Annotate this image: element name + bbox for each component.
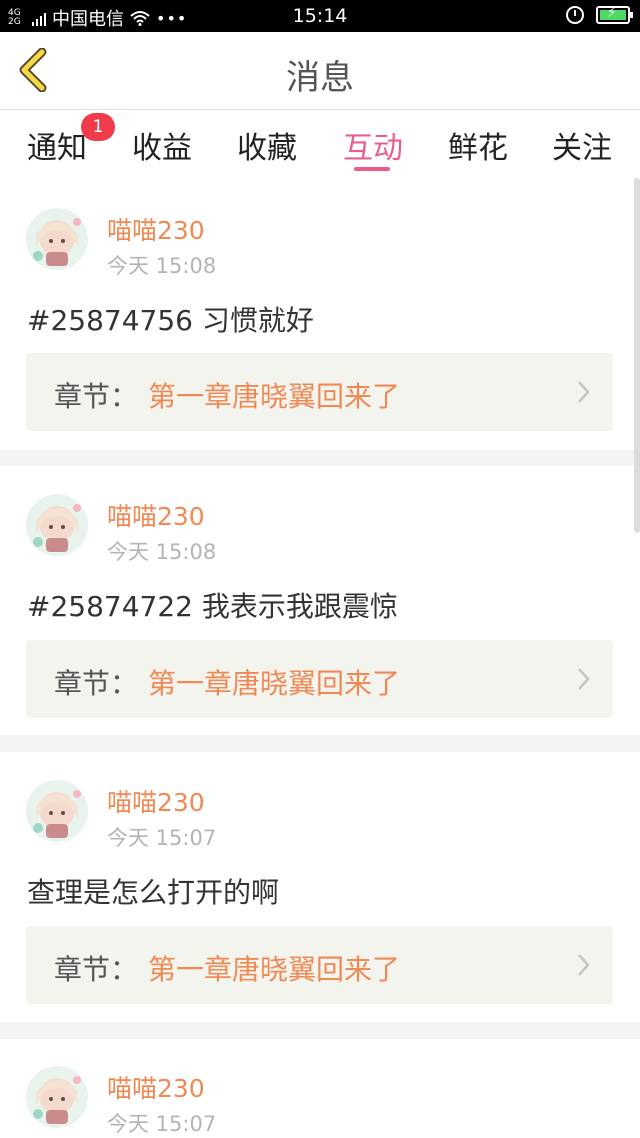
username[interactable]: 喵喵230 [107,783,205,819]
timestamp: 今天 15:07 [107,1112,217,1136]
tab-following[interactable]: 关注 [542,123,622,167]
username[interactable]: 喵喵230 [107,497,205,533]
tab-label: 鲜花 [448,131,508,166]
list-item[interactable]: 喵喵230 今天 15:08 #25874722 我表示我跟震惊 章节： 第一章… [0,466,640,735]
username[interactable]: 喵喵230 [107,211,205,247]
chevron-right-icon [578,668,590,690]
alarm-icon [566,6,584,24]
list-item[interactable]: 喵喵230 今天 15:07 [0,1039,640,1138]
avatar[interactable] [26,208,88,270]
scrollbar[interactable] [634,178,640,533]
comment-text: #25874756 习惯就好 [27,304,314,337]
status-bar: 4G 2G 中国电信 ••• 15:14 ⚡ [0,0,640,32]
list-item[interactable]: 喵喵230 今天 15:08 #25874756 习惯就好 章节： 第一章唐晓翼… [0,178,640,450]
chapter-link[interactable]: 章节： 第一章唐晓翼回来了 [26,353,613,431]
tab-bar: 通知 1 收益 收藏 互动 鲜花 关注 [0,111,640,177]
active-tab-indicator [354,167,390,171]
unread-badge: 1 [81,113,115,141]
interaction-feed[interactable]: 喵喵230 今天 15:08 #25874756 习惯就好 章节： 第一章唐晓翼… [0,178,640,1138]
tab-label: 收藏 [237,131,297,166]
comment-text: 查理是怎么打开的啊 [27,876,280,909]
status-right: ⚡ [566,6,633,24]
chapter-label: 章节： [54,380,139,413]
chapter-name: 第一章唐晓翼回来了 [148,380,401,413]
tab-interactions[interactable]: 互动 [333,123,413,167]
timestamp: 今天 15:08 [107,254,217,278]
tab-earnings[interactable]: 收益 [122,123,202,167]
avatar[interactable] [26,1066,88,1128]
avatar[interactable] [26,494,88,556]
tab-label: 关注 [552,131,612,166]
tab-label: 收益 [132,131,192,166]
tab-label: 通知 [27,131,87,166]
list-item[interactable]: 喵喵230 今天 15:07 查理是怎么打开的啊 章节： 第一章唐晓翼回来了 [0,752,640,1022]
chapter-link[interactable]: 章节： 第一章唐晓翼回来了 [26,640,613,718]
timestamp: 今天 15:08 [107,540,217,564]
battery-icon: ⚡ [596,6,633,24]
tab-flowers[interactable]: 鲜花 [438,123,518,167]
timestamp: 今天 15:07 [107,826,217,850]
tab-label: 互动 [343,131,403,166]
clock: 15:14 [292,5,348,27]
chapter-link[interactable]: 章节： 第一章唐晓翼回来了 [26,926,613,1004]
chevron-right-icon [578,381,590,403]
tab-favorites[interactable]: 收藏 [227,123,307,167]
chapter-label: 章节： [54,953,139,986]
username[interactable]: 喵喵230 [107,1069,205,1105]
comment-text: #25874722 我表示我跟震惊 [27,590,398,623]
nav-header: 消息 [0,32,640,110]
chapter-label: 章节： [54,667,139,700]
chapter-name: 第一章唐晓翼回来了 [148,953,401,986]
chapter-name: 第一章唐晓翼回来了 [148,667,401,700]
avatar[interactable] [26,780,88,842]
page-title: 消息 [286,58,354,98]
chevron-right-icon [578,954,590,976]
tab-notifications[interactable]: 通知 1 [17,113,115,167]
